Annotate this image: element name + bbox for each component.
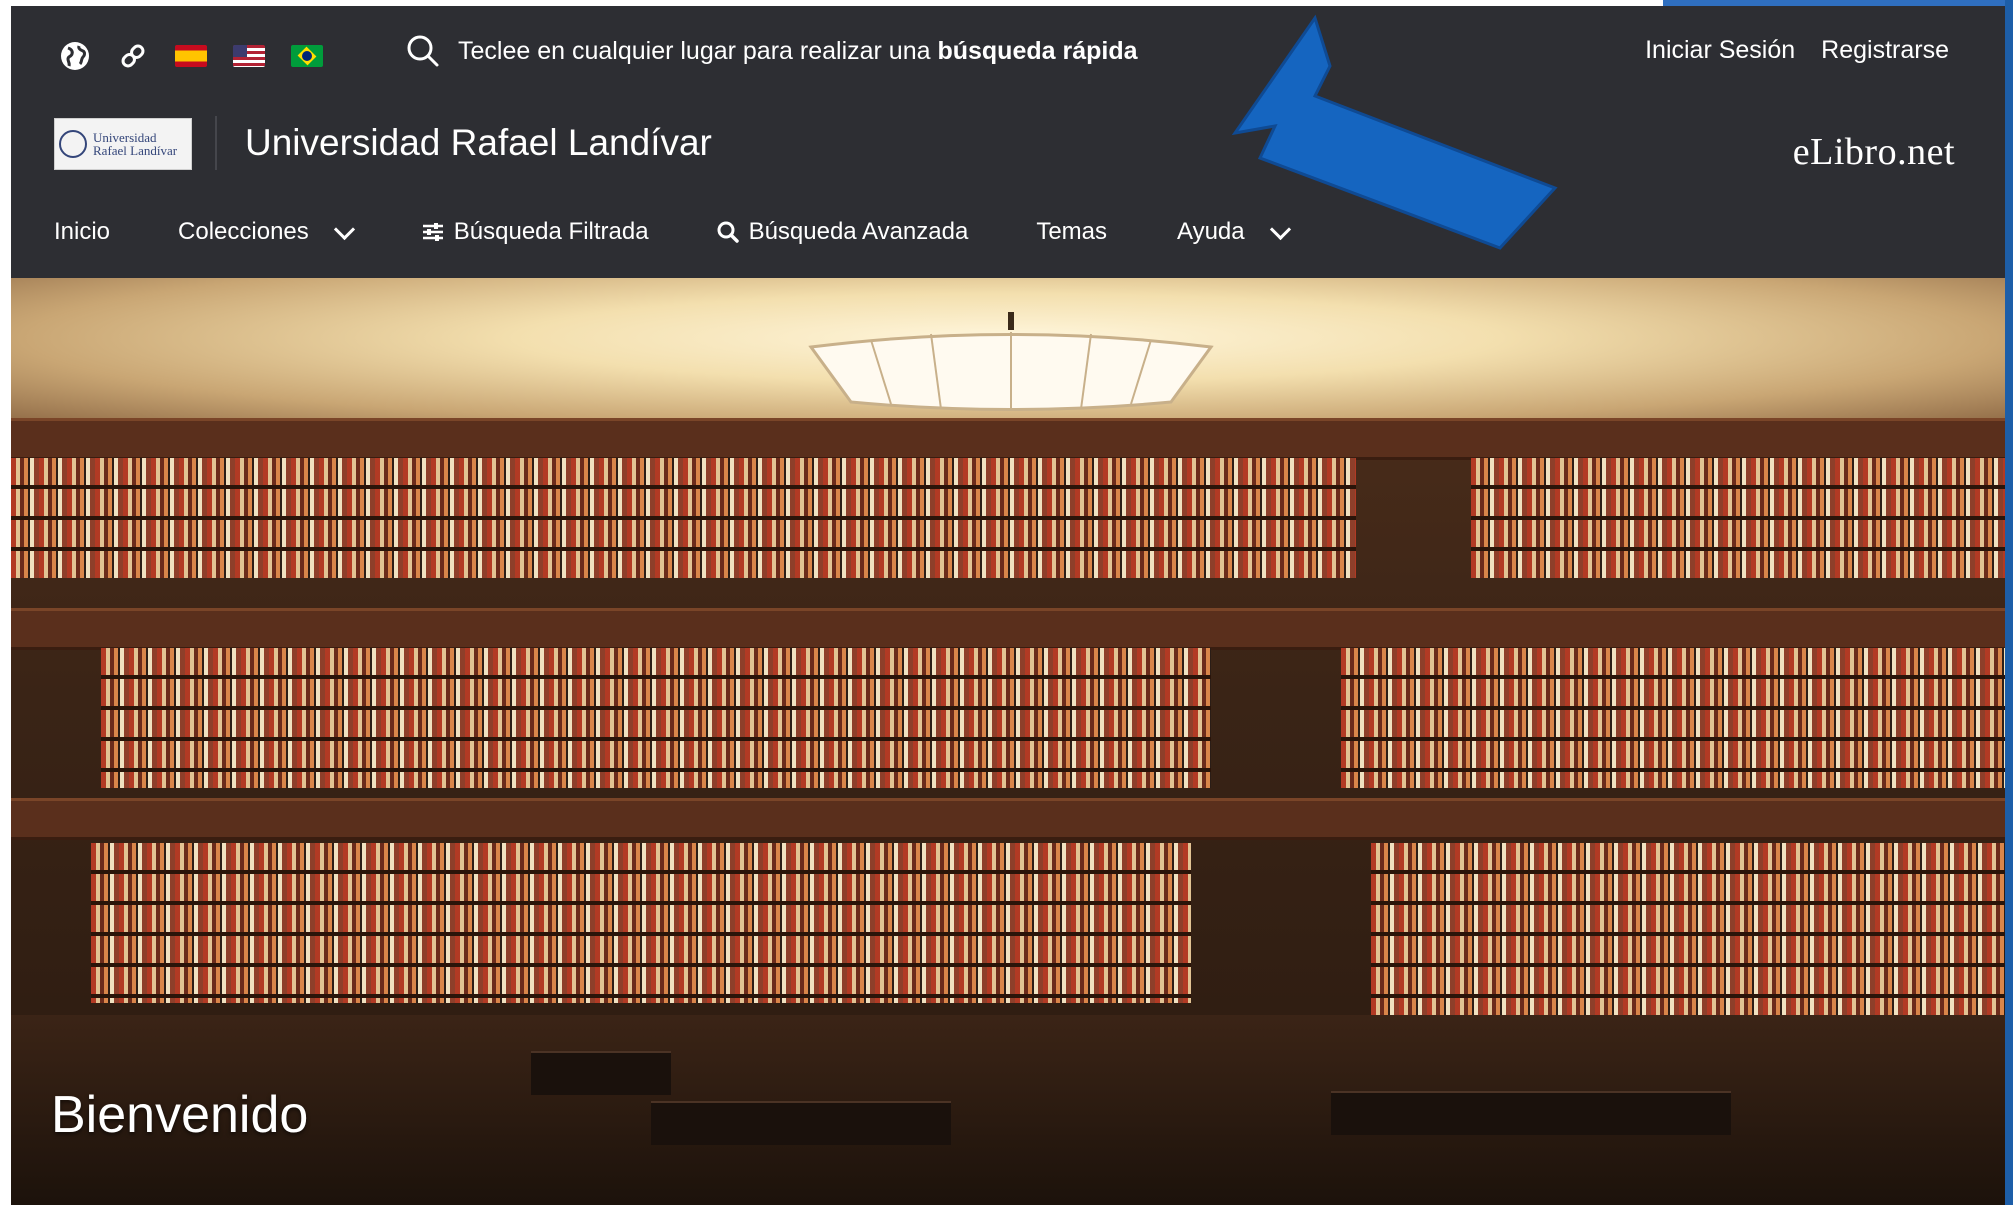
main-nav: Inicio Colecciones Búsqueda Filtrada Bús… <box>11 194 2005 278</box>
bookshelf <box>1471 458 2005 578</box>
hero-banner: Bienvenido <box>11 278 2005 1205</box>
register-link[interactable]: Registrarse <box>1821 36 1949 65</box>
edge-decoration <box>2005 0 2013 1205</box>
chandelier-icon <box>808 312 1214 411</box>
quick-search-hint[interactable]: Teclee en cualquier lugar para realizar … <box>406 34 1138 68</box>
annotation-arrow-icon <box>1231 14 1558 250</box>
browser-viewport: Teclee en cualquier lugar para realizar … <box>11 6 2005 1205</box>
search-icon <box>717 221 739 243</box>
university-logo[interactable]: Universidad Rafael Landívar <box>54 118 192 170</box>
university-name: Universidad Rafael Landívar <box>245 122 712 163</box>
nav-colecciones[interactable]: Colecciones <box>178 218 355 246</box>
desk <box>1331 1091 1731 1135</box>
globe-icon[interactable] <box>57 38 93 74</box>
nav-temas-label: Temas <box>1036 218 1107 245</box>
balcony-band <box>11 608 2005 650</box>
flag-brazil-icon[interactable] <box>289 38 325 74</box>
search-icon <box>407 35 439 67</box>
bookshelf <box>11 458 1356 578</box>
nav-colecciones-label: Colecciones <box>178 218 309 245</box>
elibro-logo[interactable]: eLibro.net <box>1793 130 1955 174</box>
login-link[interactable]: Iniciar Sesión <box>1645 36 1795 65</box>
bookshelf <box>91 843 1191 1003</box>
quick-search-text: Teclee en cualquier lugar para realizar … <box>458 36 1138 65</box>
nav-temas[interactable]: Temas <box>1036 218 1107 246</box>
top-icons <box>57 38 325 74</box>
top-bar: Teclee en cualquier lugar para realizar … <box>11 6 2005 104</box>
balcony-band <box>11 418 2005 460</box>
desk <box>531 1051 671 1095</box>
welcome-heading: Bienvenido <box>51 1086 309 1144</box>
bookshelf <box>101 648 1211 788</box>
desk <box>651 1101 951 1145</box>
bookshelf <box>1341 648 2005 788</box>
chevron-down-icon <box>333 218 355 240</box>
sliders-icon <box>422 223 443 241</box>
seal-icon <box>59 130 87 158</box>
link-icon[interactable] <box>115 38 151 74</box>
logo-text-line2: Rafael Landívar <box>93 143 178 158</box>
bookshelf <box>1371 843 2005 1043</box>
nav-inicio[interactable]: Inicio <box>54 218 110 246</box>
nav-inicio-label: Inicio <box>54 218 111 245</box>
balcony-band <box>11 798 2005 840</box>
nav-busqueda-filtrada[interactable]: Búsqueda Filtrada <box>422 218 649 246</box>
brand-row: Universidad Rafael Landívar Universidad … <box>11 104 2005 194</box>
nav-busqueda-avanzada[interactable]: Búsqueda Avanzada <box>717 218 969 246</box>
flag-spain-icon[interactable] <box>173 38 209 74</box>
auth-links: Iniciar Sesión Registrarse <box>1645 36 1949 65</box>
flag-usa-icon[interactable] <box>231 38 267 74</box>
divider <box>215 116 217 170</box>
nav-busqueda-filtrada-label: Búsqueda Filtrada <box>453 218 649 245</box>
nav-busqueda-avanzada-label: Búsqueda Avanzada <box>748 218 969 245</box>
